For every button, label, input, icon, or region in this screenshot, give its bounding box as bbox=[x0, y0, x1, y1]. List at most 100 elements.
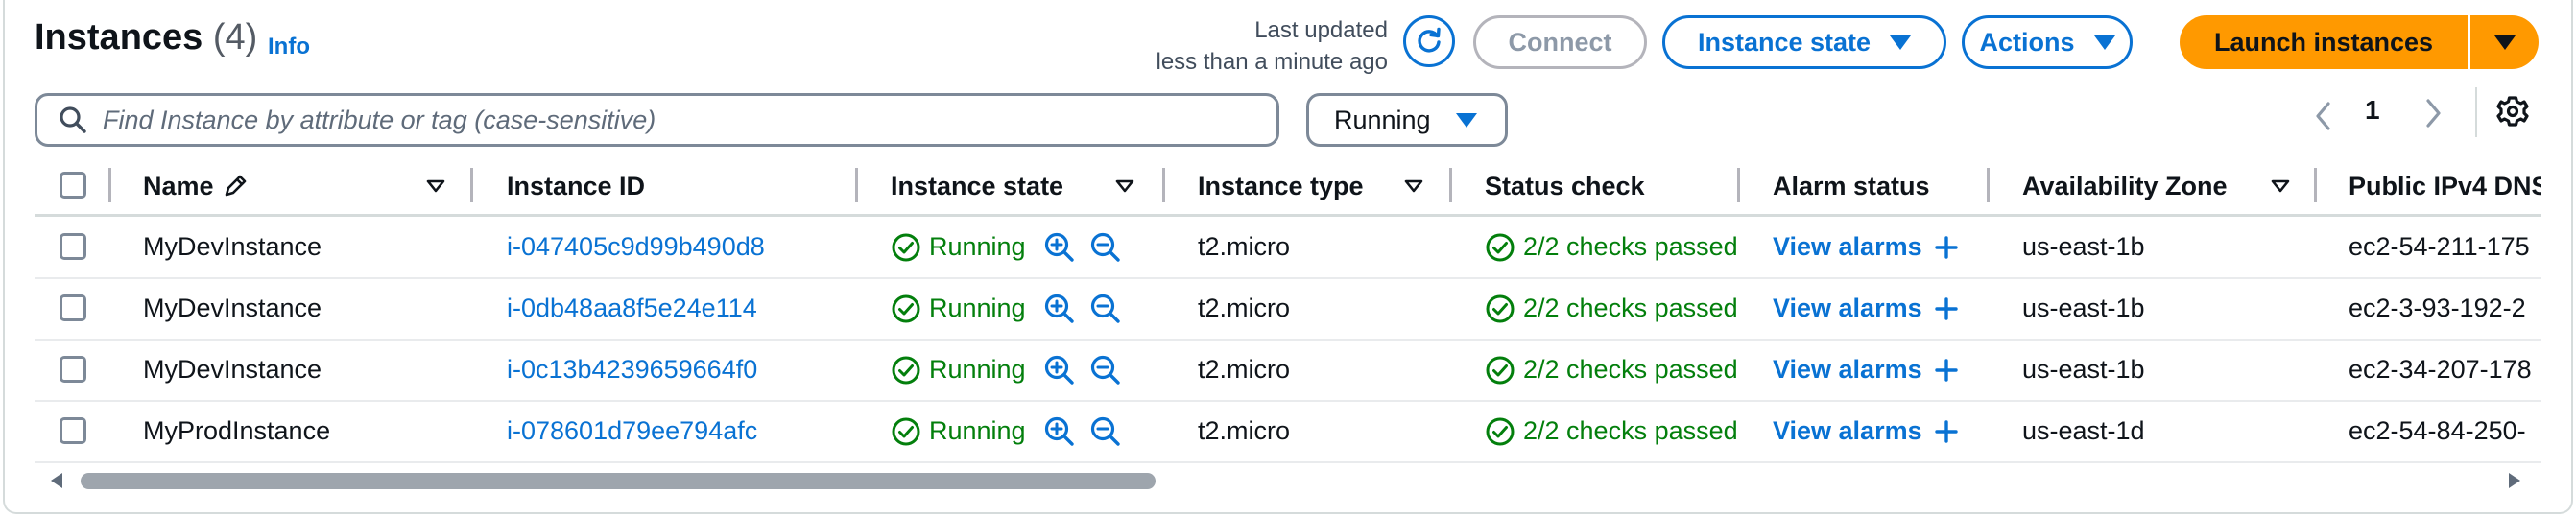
status-check-cell: 2/2 checks passed bbox=[1485, 340, 1742, 400]
instance-id-link[interactable]: i-0c13b4239659664f0 bbox=[507, 340, 847, 400]
check-circle-icon bbox=[892, 233, 920, 261]
instance-id-link[interactable]: i-0db48aa8f5e24e114 bbox=[507, 278, 847, 339]
instance-state-dropdown[interactable]: Instance state bbox=[1662, 15, 1946, 69]
view-alarms-link[interactable]: View alarms bbox=[1773, 401, 1984, 461]
current-page[interactable]: 1 bbox=[2365, 95, 2380, 126]
search-input[interactable] bbox=[101, 104, 1208, 136]
last-updated-value: less than a minute ago bbox=[1156, 49, 1389, 75]
view-alarms-label: View alarms bbox=[1773, 355, 1922, 384]
column-header-name[interactable]: Name bbox=[143, 158, 249, 214]
toolbar-divider bbox=[2475, 87, 2477, 137]
availability-zone: us-east-1b bbox=[2022, 355, 2145, 384]
zoom-in-icon[interactable] bbox=[1043, 415, 1076, 448]
page-title: Instances (4) bbox=[35, 17, 257, 59]
row-checkbox[interactable] bbox=[60, 417, 86, 444]
status-check-text: 2/2 checks passed bbox=[1523, 416, 1738, 445]
launch-options-button[interactable] bbox=[2470, 15, 2539, 69]
column-instance-type-label: Instance type bbox=[1198, 171, 1364, 200]
scroll-left-icon[interactable] bbox=[51, 473, 62, 488]
instance-state-label: Instance state bbox=[1697, 27, 1872, 57]
scroll-right-icon[interactable] bbox=[2509, 473, 2520, 488]
zoom-out-icon[interactable] bbox=[1089, 293, 1122, 325]
column-status-check-label: Status check bbox=[1485, 171, 1645, 200]
info-link[interactable]: Info bbox=[268, 34, 310, 60]
instance-id-link[interactable]: i-078601d79ee794afc bbox=[507, 401, 847, 461]
column-name-label: Name bbox=[143, 171, 214, 200]
check-circle-icon bbox=[1486, 417, 1515, 445]
column-header-instance-id[interactable]: Instance ID bbox=[507, 158, 645, 214]
plus-icon[interactable] bbox=[1934, 419, 1959, 444]
column-divider bbox=[1162, 168, 1165, 202]
sort-icon[interactable] bbox=[2271, 179, 2290, 193]
search-box[interactable] bbox=[35, 93, 1279, 147]
connect-button[interactable]: Connect bbox=[1473, 15, 1647, 69]
table-row[interactable]: MyDevInstance i-047405c9d99b490d8 Runnin… bbox=[35, 217, 2541, 279]
instance-id-link[interactable]: i-047405c9d99b490d8 bbox=[507, 217, 847, 277]
plus-icon[interactable] bbox=[1934, 235, 1959, 260]
availability-zone: us-east-1b bbox=[2022, 294, 2145, 322]
column-divider bbox=[1737, 168, 1740, 202]
instance-state-cell: Running bbox=[891, 340, 1159, 400]
instance-state-text: Running bbox=[929, 416, 1026, 445]
next-page-icon[interactable] bbox=[2422, 97, 2444, 129]
search-icon bbox=[60, 106, 86, 133]
table-row[interactable]: MyDevInstance i-0c13b4239659664f0 Runnin… bbox=[35, 340, 2541, 402]
zoom-in-icon[interactable] bbox=[1043, 293, 1076, 325]
row-checkbox[interactable] bbox=[60, 233, 86, 260]
zoom-in-icon[interactable] bbox=[1043, 354, 1076, 387]
instance-state-cell: Running bbox=[891, 278, 1159, 339]
column-header-availability-zone[interactable]: Availability Zone bbox=[2022, 158, 2228, 214]
table-row[interactable]: MyProdInstance i-078601d79ee794afc Runni… bbox=[35, 401, 2541, 463]
zoom-out-icon[interactable] bbox=[1089, 354, 1122, 387]
state-filter-value: Running bbox=[1334, 105, 1431, 134]
status-check-cell: 2/2 checks passed bbox=[1485, 217, 1742, 277]
caret-down-icon bbox=[2093, 35, 2115, 50]
instance-name: MyDevInstance bbox=[143, 232, 322, 261]
column-header-instance-state[interactable]: Instance state bbox=[891, 158, 1063, 214]
instance-state-text: Running bbox=[929, 232, 1026, 261]
status-check-cell: 2/2 checks passed bbox=[1485, 278, 1742, 339]
column-divider bbox=[1449, 168, 1452, 202]
column-divider bbox=[470, 168, 473, 202]
view-alarms-label: View alarms bbox=[1773, 232, 1922, 261]
column-header-instance-type[interactable]: Instance type bbox=[1198, 158, 1364, 214]
instance-type: t2.micro bbox=[1198, 355, 1291, 384]
horizontal-scrollbar[interactable] bbox=[42, 465, 2530, 494]
column-header-alarm-status[interactable]: Alarm status bbox=[1773, 158, 1930, 214]
select-all-checkbox[interactable] bbox=[60, 172, 86, 199]
actions-dropdown[interactable]: Actions bbox=[1962, 15, 2133, 69]
last-updated: Last updated less than a minute ago bbox=[1094, 14, 1389, 78]
check-circle-icon bbox=[1486, 233, 1515, 261]
table-header: Name Instance ID Instance state Instance… bbox=[35, 158, 2541, 217]
public-ipv4-dns: ec2-54-84-250- bbox=[2349, 416, 2526, 445]
sort-icon[interactable] bbox=[1115, 179, 1134, 193]
zoom-in-icon[interactable] bbox=[1043, 231, 1076, 264]
plus-icon[interactable] bbox=[1934, 358, 1959, 383]
column-availability-zone-label: Availability Zone bbox=[2022, 171, 2228, 200]
column-header-status-check[interactable]: Status check bbox=[1485, 158, 1645, 214]
state-filter-select[interactable]: Running bbox=[1306, 93, 1508, 147]
scrollbar-thumb[interactable] bbox=[81, 473, 1156, 489]
zoom-out-icon[interactable] bbox=[1089, 231, 1122, 264]
row-checkbox[interactable] bbox=[60, 356, 86, 383]
view-alarms-link[interactable]: View alarms bbox=[1773, 217, 1984, 277]
table-row[interactable]: MyDevInstance i-0db48aa8f5e24e114 Runnin… bbox=[35, 278, 2541, 341]
view-alarms-link[interactable]: View alarms bbox=[1773, 278, 1984, 339]
column-instance-state-label: Instance state bbox=[891, 171, 1064, 200]
column-public-ipv4-dns-label: Public IPv4 DNS bbox=[2349, 171, 2541, 200]
previous-page-icon[interactable] bbox=[2313, 97, 2334, 135]
view-alarms-link[interactable]: View alarms bbox=[1773, 340, 1984, 400]
launch-instances-button[interactable]: Launch instances bbox=[2180, 15, 2468, 69]
refresh-button[interactable] bbox=[1403, 15, 1455, 67]
sort-icon[interactable] bbox=[426, 179, 445, 193]
column-header-public-ipv4-dns[interactable]: Public IPv4 DNS bbox=[2349, 158, 2541, 214]
row-checkbox[interactable] bbox=[60, 294, 86, 321]
instance-type: t2.micro bbox=[1198, 232, 1291, 261]
availability-zone: us-east-1b bbox=[2022, 232, 2145, 261]
plus-icon[interactable] bbox=[1934, 296, 1959, 321]
sort-icon[interactable] bbox=[1404, 179, 1423, 193]
last-updated-label: Last updated bbox=[1254, 17, 1388, 43]
instance-state-text: Running bbox=[929, 294, 1026, 322]
gear-icon[interactable] bbox=[2492, 90, 2534, 132]
zoom-out-icon[interactable] bbox=[1089, 415, 1122, 448]
